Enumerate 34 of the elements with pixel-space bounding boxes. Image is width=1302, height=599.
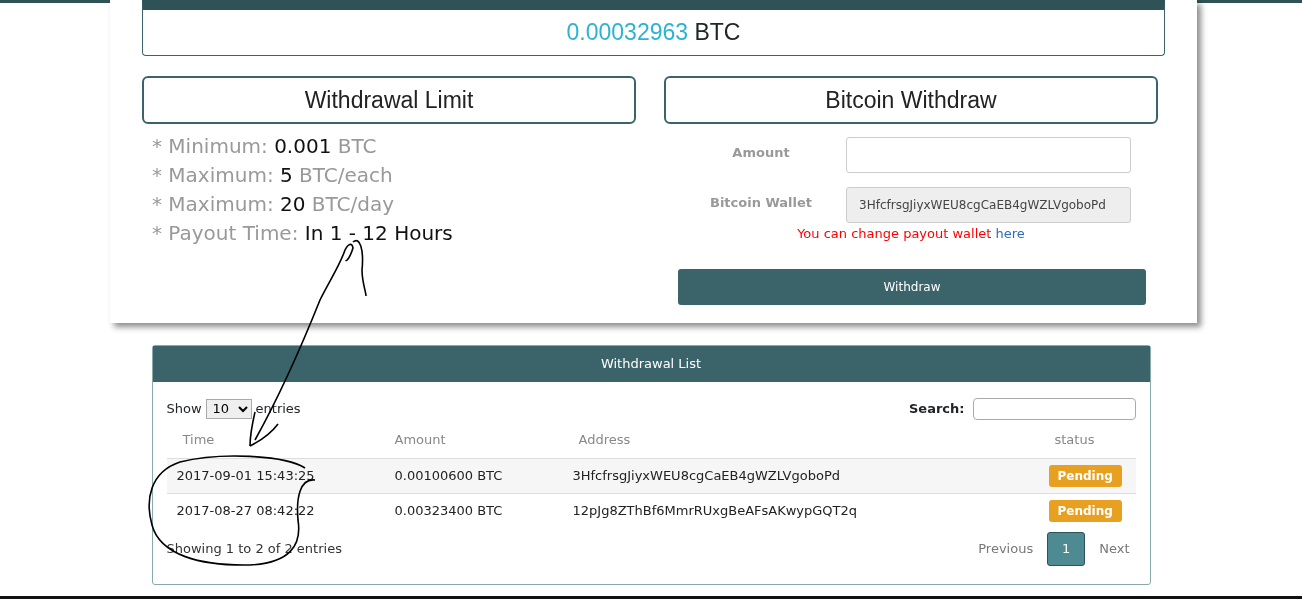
column-header[interactable]: status (1054, 431, 1095, 447)
table-cell: 2017-09-01 15:43:25 (176, 467, 315, 483)
status-badge: Pending (1048, 464, 1122, 487)
page-button[interactable]: 1 (1047, 531, 1086, 566)
status-badge: Pending (1048, 499, 1122, 522)
table-cell: 12pJg8ZThBf6MmrRUxgBeAFsAKwypGQT2q (572, 502, 858, 518)
next-button[interactable]: Next (1093, 537, 1136, 560)
panel-title: Bitcoin Withdraw (664, 76, 1158, 124)
page-size-select[interactable]: 10 (205, 398, 252, 419)
balance-amount: 0.00032963 (566, 18, 689, 48)
wallet-note: You can change payout wallet here (796, 225, 1026, 243)
column-header[interactable]: Amount (394, 431, 446, 447)
previous-button[interactable]: Previous (972, 537, 1040, 560)
balance-unit: BTC (694, 18, 741, 48)
table-cell: 0.00323400 BTC (394, 502, 503, 518)
column-header[interactable]: Time (182, 431, 215, 447)
field-label: Amount (731, 144, 791, 162)
panel-header: Withdrawal List (152, 345, 1150, 382)
limit-line: * Maximum: 5 BTC/each (152, 162, 394, 189)
search-field[interactable] (972, 397, 1136, 420)
input-field[interactable] (846, 137, 1131, 173)
table-cell: 3HfcfrsgJiyxWEU8cgCaEB4gWZLVgoboPd (572, 467, 840, 483)
field-label: Bitcoin Wallet (708, 194, 813, 212)
change-wallet-link[interactable]: here (995, 226, 1025, 241)
withdraw-button[interactable]: Withdraw (678, 268, 1146, 305)
limit-line: * Minimum: 0.001 BTC (152, 133, 378, 160)
table-cell: 0.00100600 BTC (394, 467, 503, 483)
column-header[interactable]: Address (578, 431, 631, 447)
table-info: Showing 1 to 2 of 2 entries (166, 539, 342, 558)
search-label: Search: (908, 399, 965, 418)
panel-title: Withdrawal Limit (142, 76, 636, 124)
limit-line: * Maximum: 20 BTC/day (152, 191, 396, 218)
show-label: Show (166, 399, 202, 418)
limit-line: * Payout Time: In 1 - 12 Hours (152, 220, 454, 247)
